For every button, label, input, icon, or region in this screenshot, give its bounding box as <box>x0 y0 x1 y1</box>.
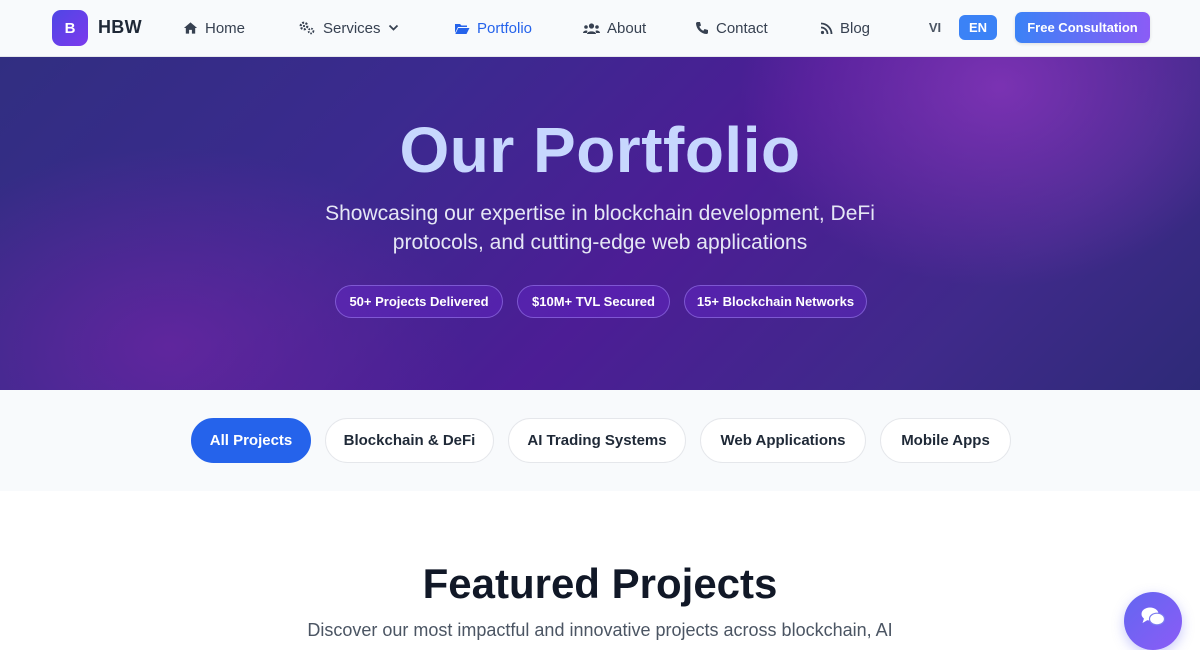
stat-badge-networks: 15+ Blockchain Networks <box>684 285 867 318</box>
language-vi-button[interactable]: VI <box>916 15 954 40</box>
hero-section: Our Portfolio Showcasing our expertise i… <box>0 57 1200 390</box>
nav-label-portfolio: Portfolio <box>477 19 533 37</box>
chat-bubbles-icon <box>1141 607 1166 626</box>
stat-badge-tvl: $10M+ TVL Secured <box>517 285 670 318</box>
nav-item-contact[interactable]: Contact <box>695 18 768 38</box>
filter-mobile-apps[interactable]: Mobile Apps <box>880 418 1011 463</box>
stat-badge-projects: 50+ Projects Delivered <box>335 285 503 318</box>
filter-all-projects[interactable]: All Projects <box>191 418 311 463</box>
home-icon <box>183 22 198 34</box>
rss-icon <box>820 22 833 34</box>
nav-item-services[interactable]: Services <box>298 18 399 38</box>
nav-item-home[interactable]: Home <box>183 18 245 38</box>
gears-icon <box>299 21 315 35</box>
nav-item-blog[interactable]: Blog <box>820 18 870 38</box>
users-icon <box>583 22 600 34</box>
language-en-button[interactable]: EN <box>959 15 997 40</box>
folder-open-icon <box>455 23 470 34</box>
project-filter-bar: All Projects Blockchain & DeFi AI Tradin… <box>0 390 1200 491</box>
filter-blockchain-defi[interactable]: Blockchain & DeFi <box>325 418 494 463</box>
hero-subtitle: Showcasing our expertise in blockchain d… <box>325 202 875 254</box>
chat-widget-button[interactable] <box>1124 592 1182 650</box>
phone-icon <box>696 22 708 34</box>
nav-label-about: About <box>607 19 647 37</box>
filter-web-applications[interactable]: Web Applications <box>700 418 866 463</box>
nav-label-blog: Blog <box>840 19 871 37</box>
featured-projects-title: Featured Projects <box>422 560 778 607</box>
nav-label-services: Services <box>323 19 381 37</box>
featured-projects-description: Discover our most impactful and innovati… <box>307 620 893 640</box>
chevron-down-icon <box>388 24 398 31</box>
nav-label-home: Home <box>205 19 246 37</box>
hero-title: Our Portfolio <box>399 114 801 186</box>
nav-label-contact: Contact <box>716 19 768 37</box>
nav-item-about[interactable]: About <box>583 18 646 38</box>
filter-ai-trading[interactable]: AI Trading Systems <box>508 418 686 463</box>
logo-text[interactable]: HBW <box>98 17 142 38</box>
top-navbar: B HBW Home Services Portfolio About Cont… <box>0 0 1200 57</box>
nav-item-portfolio[interactable]: Portfolio <box>454 18 532 38</box>
logo-badge[interactable]: B <box>52 10 88 46</box>
free-consultation-button[interactable]: Free Consultation <box>1015 12 1150 43</box>
